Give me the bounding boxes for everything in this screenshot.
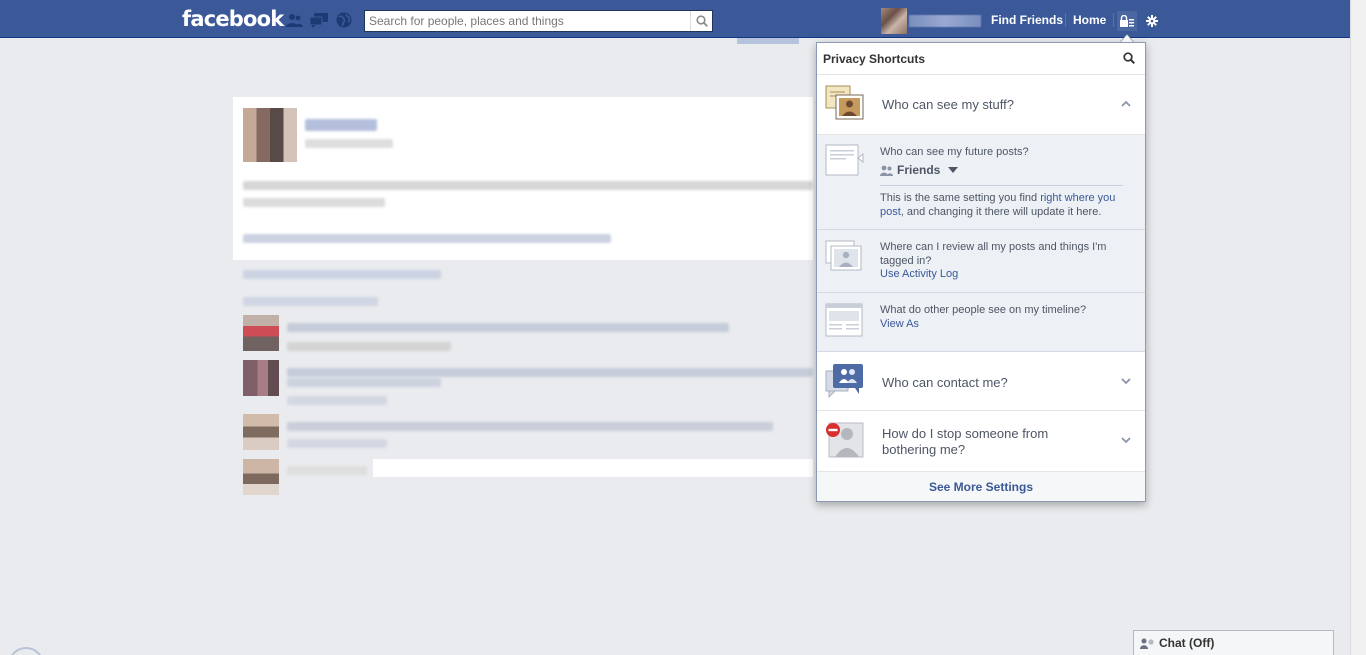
future-posts-item: Who can see my future posts? Friends Thi… xyxy=(817,135,1145,230)
setting-note-prefix: This is the same setting you find xyxy=(880,192,1041,204)
notifications-jewel-icon[interactable] xyxy=(335,12,353,28)
chat-label: Chat (Off) xyxy=(1159,636,1215,650)
expanded-stuff-panel: Who can see my future posts? Friends Thi… xyxy=(817,135,1145,351)
privacy-search-button[interactable] xyxy=(1123,52,1136,67)
settings-gear-icon xyxy=(1146,15,1158,27)
blurred-news-feed xyxy=(233,97,813,497)
blurred-avatar xyxy=(243,360,279,396)
view-as-link[interactable]: View As xyxy=(880,318,919,330)
account-settings-button[interactable] xyxy=(1142,11,1162,31)
use-activity-log-link[interactable]: Use Activity Log xyxy=(880,268,958,280)
search-input[interactable] xyxy=(365,11,690,31)
blurred-text xyxy=(243,198,385,207)
chat-bar[interactable]: Chat (Off) xyxy=(1133,630,1334,655)
setting-note: This is the same setting you find right … xyxy=(880,191,1135,219)
profile-name[interactable] xyxy=(909,15,981,27)
blurred-text xyxy=(243,234,611,243)
blurred-text xyxy=(287,396,387,405)
search-button[interactable] xyxy=(690,11,712,31)
page-scrollbar[interactable] xyxy=(1350,0,1366,655)
facebook-logo[interactable]: facebook xyxy=(182,7,284,31)
dropdown-header: Privacy Shortcuts xyxy=(817,43,1145,75)
contact-bubble-icon xyxy=(825,363,865,399)
home-link[interactable]: Home xyxy=(1073,13,1106,27)
corner-widget[interactable] xyxy=(8,647,44,655)
chevron-down-icon xyxy=(1121,378,1131,385)
chat-people-icon xyxy=(1140,638,1154,649)
search-icon xyxy=(695,15,708,27)
section-label: Who can contact me? xyxy=(882,375,1008,390)
privacy-shortcuts-button[interactable] xyxy=(1117,11,1137,31)
audience-selector[interactable]: Friends xyxy=(880,163,959,177)
caret-down-icon xyxy=(948,167,959,173)
timeline-icon xyxy=(825,303,863,337)
friends-jewel-icon[interactable] xyxy=(285,12,303,28)
timeline-question: What do other people see on my timeline? xyxy=(880,304,1087,316)
blurred-row xyxy=(373,459,813,477)
chevron-up-icon xyxy=(1121,100,1131,107)
nav-divider xyxy=(1113,13,1114,27)
dropdown-title: Privacy Shortcuts xyxy=(823,52,926,66)
privacy-shortcuts-dropdown: Privacy Shortcuts Who can see my stuff? … xyxy=(816,42,1146,502)
section-label: How do I stop someone from bothering me? xyxy=(882,426,1049,457)
audience-label: Friends xyxy=(897,163,941,177)
blurred-name xyxy=(305,119,377,131)
section-who-can-contact-me[interactable]: Who can contact me? xyxy=(817,351,1145,411)
blurred-avatar xyxy=(243,459,279,495)
blurred-text xyxy=(243,181,813,190)
blurred-text xyxy=(287,378,441,387)
blurred-text xyxy=(287,342,451,351)
post-composer-icon xyxy=(825,144,864,178)
see-more-settings-link[interactable]: See More Settings xyxy=(817,471,1145,501)
search-icon xyxy=(1123,52,1136,65)
blurred-text xyxy=(287,323,729,332)
section-who-can-see-my-stuff[interactable]: Who can see my stuff? xyxy=(817,75,1145,135)
photos-stack-icon xyxy=(825,240,863,274)
setting-note-suffix: , and changing it there will update it h… xyxy=(900,206,1102,218)
blurred-text xyxy=(287,422,773,431)
divider xyxy=(880,185,1123,186)
blurred-avatar xyxy=(243,108,297,162)
section-stop-bothering[interactable]: How do I stop someone from bothering me? xyxy=(817,411,1145,471)
blurred-text xyxy=(305,139,393,148)
blurred-text xyxy=(287,368,813,377)
section-label: Who can see my stuff? xyxy=(882,97,1014,112)
search-box xyxy=(364,10,713,32)
chevron-down-icon xyxy=(1121,437,1131,444)
nav-divider xyxy=(1065,13,1066,27)
top-bar: facebook Find Friends Home xyxy=(0,0,1350,38)
find-friends-link[interactable]: Find Friends xyxy=(991,13,1063,27)
future-posts-question: Who can see my future posts? xyxy=(880,146,1029,158)
profile-avatar[interactable] xyxy=(881,8,907,34)
blurred-text xyxy=(243,270,441,279)
blurred-text xyxy=(287,439,387,448)
friends-audience-icon xyxy=(880,165,893,176)
blurred-avatar xyxy=(243,315,279,351)
block-user-icon xyxy=(825,422,865,458)
blurred-text xyxy=(287,466,367,475)
blurred-text xyxy=(243,297,378,306)
activity-log-item: Where can I review all my posts and thin… xyxy=(817,230,1145,293)
review-question: Where can I review all my posts and thin… xyxy=(880,241,1107,267)
blurred-tab xyxy=(737,38,799,44)
messages-jewel-icon[interactable] xyxy=(310,12,328,28)
view-as-item: What do other people see on my timeline?… xyxy=(817,293,1145,351)
blurred-avatar xyxy=(243,414,279,450)
posts-stack-icon xyxy=(825,85,865,121)
privacy-lock-icon xyxy=(1120,15,1134,27)
